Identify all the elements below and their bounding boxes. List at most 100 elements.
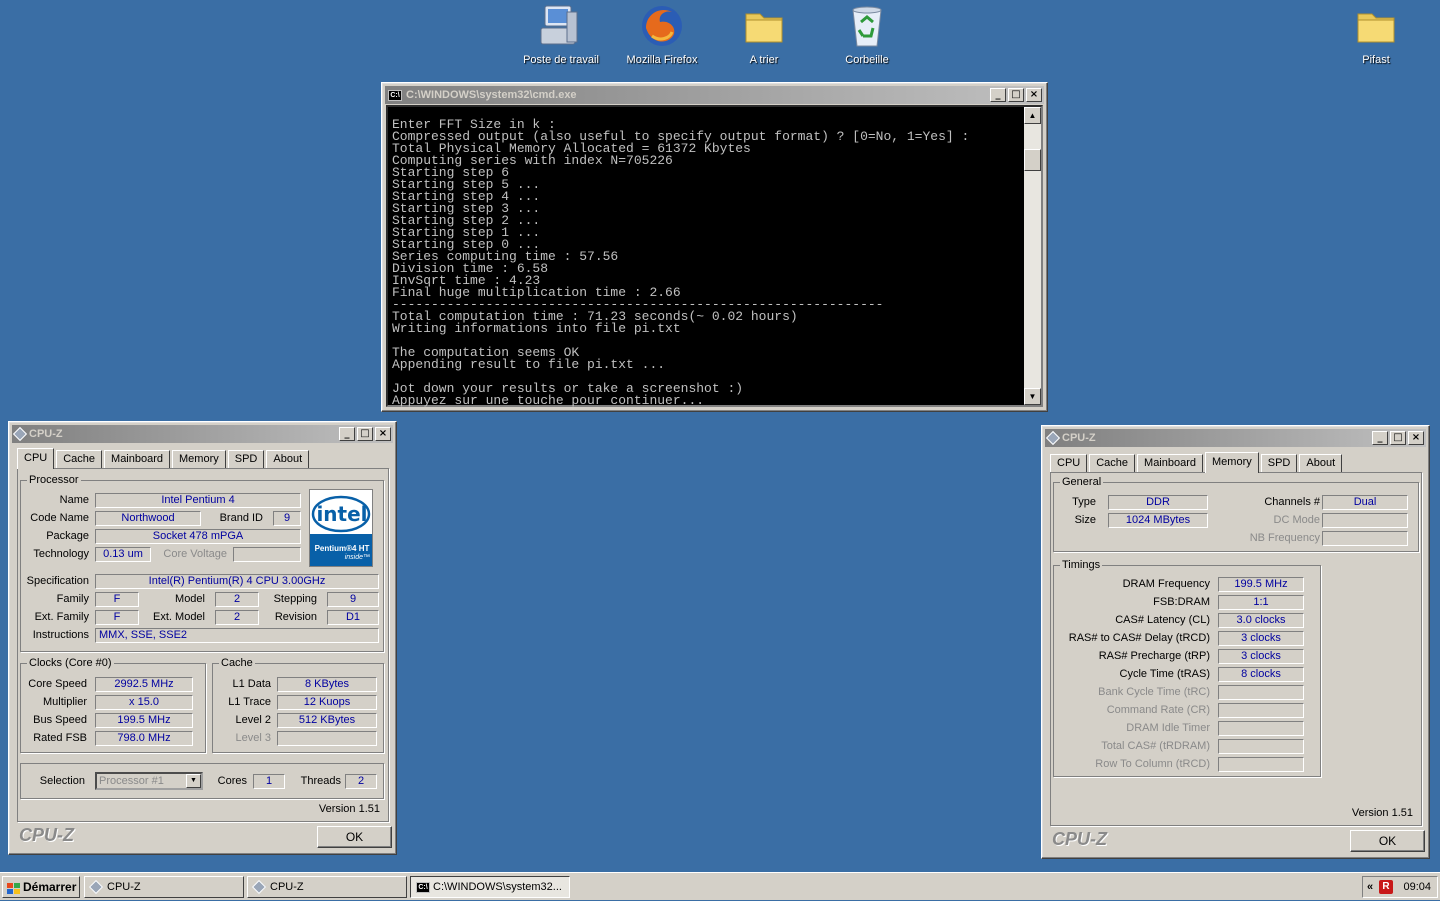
cpuz-tabs: CPU Cache Mainboard Memory SPD About [17,448,311,469]
cpuz-titlebar[interactable]: CPU-Z _ □ × [1045,429,1426,447]
cpuz-window-cpu[interactable]: CPU-Z _ □ × CPU Cache Mainboard Memory S… [8,421,397,855]
start-button[interactable]: Démarrer [2,876,80,898]
scroll-thumb[interactable] [1024,149,1041,171]
tab-cpu[interactable]: CPU [1050,454,1088,472]
selection-group: Selection Processor #1 ▼ Cores 1 Threads… [20,763,384,799]
timing-label: Total CAS# (tRDRAM) [1101,740,1210,752]
task-cpuz-2[interactable]: CPU-Z [247,876,407,898]
label-stepping: Stepping [273,593,317,605]
tab-spd[interactable]: SPD [1260,454,1298,472]
desktop-icon-pifast[interactable]: Pifast [1331,2,1421,66]
scroll-down-button[interactable]: ▼ [1024,388,1041,405]
group-title: General [1060,476,1104,488]
minimize-button[interactable]: _ [1372,431,1388,445]
task-cpuz-1[interactable]: CPU-Z [84,876,244,898]
cmd-titlebar[interactable]: C:\ C:\WINDOWS\system32\cmd.exe _ □ × [385,86,1044,104]
cache-group: Cache L1 Data 8 KBytes L1 Trace 12 Kuops… [212,657,384,753]
label-cores: Cores [217,775,247,787]
label-level-3: Level 3 [235,732,271,744]
close-button[interactable]: × [1408,431,1424,445]
minimize-button[interactable]: _ [990,88,1006,102]
tray-expand-button[interactable]: « [1367,877,1373,897]
timing-value [1218,739,1304,754]
processor-group: Processor Name Intel Pentium 4 Code Name… [20,474,384,652]
tab-about[interactable]: About [266,450,310,468]
desktop-icon-label: Corbeille [845,54,889,66]
group-title: Timings [1060,559,1103,571]
task-cmd[interactable]: C:\ C:\WINDOWS\system32... [410,876,570,898]
value-rated-fsb: 798.0 MHz [95,731,193,746]
label-core-speed: Core Speed [28,678,87,690]
version-label: Version 1.51 [1351,807,1413,819]
label-ext-family: Ext. Family [34,611,89,623]
tab-about[interactable]: About [1299,454,1343,472]
recycle-bin-icon [843,2,891,50]
timing-label: Bank Cycle Time (tRC) [1098,686,1210,698]
windows-logo-icon [7,881,20,894]
desktop-icon-firefox[interactable]: Mozilla Firefox [617,2,707,66]
antivirus-tray-icon[interactable]: R [1379,880,1393,894]
tab-memory[interactable]: Memory [1205,452,1259,473]
scroll-up-button[interactable]: ▲ [1024,107,1041,124]
tab-mainboard[interactable]: Mainboard [1137,454,1204,472]
ok-button[interactable]: OK [1350,830,1425,852]
close-button[interactable]: × [375,427,391,441]
label-multiplier: Multiplier [42,696,87,708]
tray-clock: 09:04 [1403,881,1431,893]
close-button[interactable]: × [1026,88,1042,102]
value-level-2: 512 KBytes [277,713,377,728]
timing-label: RAS# Precharge (tRP) [1098,650,1210,662]
general-group: General Type DDR Size 1024 MBytes Channe… [1053,476,1419,552]
desktop-icon-a-trier[interactable]: A trier [719,2,809,66]
desktop-icon-computer[interactable]: Poste de travail [516,2,606,66]
maximize-button[interactable]: □ [1008,88,1024,102]
tab-mainboard[interactable]: Mainboard [104,450,171,468]
value-bus-speed: 199.5 MHz [95,713,193,728]
chevron-down-icon[interactable]: ▼ [186,774,201,788]
intel-product-line: Pentium®4 HT [314,544,370,553]
cpuz-brand: CPU-Z [1052,829,1107,849]
task-label: CPU-Z [107,881,141,893]
cmd-console[interactable]: Enter FFT Size in k : Compressed output (… [386,105,1043,407]
value-package: Socket 478 mPGA [95,529,301,544]
timing-value: 1:1 [1218,595,1304,610]
cmd-line: Appuyez sur une touche pour continuer... [392,393,705,408]
group-title: Processor [27,474,81,486]
label-package: Package [46,530,89,542]
cpuz-titlebar[interactable]: CPU-Z _ □ × [12,425,393,443]
value-cores: 1 [253,774,285,789]
value-multiplier: x 15.0 [95,695,193,710]
label-technology: Technology [33,548,89,560]
maximize-button[interactable]: □ [357,427,373,441]
tab-cpu[interactable]: CPU [17,448,55,469]
maximize-button[interactable]: □ [1390,431,1406,445]
label-l1-trace: L1 Trace [228,696,271,708]
cmd-icon: C:\ [388,89,402,101]
processor-select[interactable]: Processor #1 ▼ [95,772,203,790]
timing-value [1218,721,1304,736]
timing-label: Command Rate (CR) [1106,704,1210,716]
label-name: Name [59,494,89,506]
timing-label: DRAM Idle Timer [1126,722,1210,734]
tab-spd[interactable]: SPD [227,450,265,468]
tab-cache[interactable]: Cache [1089,454,1136,472]
minimize-button[interactable]: _ [339,427,355,441]
processor-select-value: Processor #1 [99,775,164,787]
task-label: CPU-Z [270,881,304,893]
value-stepping: 9 [327,592,379,607]
ok-button[interactable]: OK [317,826,392,848]
tab-memory[interactable]: Memory [172,450,226,468]
cmd-title: C:\WINDOWS\system32\cmd.exe [406,89,577,101]
tab-cache[interactable]: Cache [56,450,103,468]
cpuz-window-memory[interactable]: CPU-Z _ □ × CPU Cache Mainboard Memory S… [1041,425,1430,859]
desktop-icon-recycle-bin[interactable]: Corbeille [822,2,912,66]
cmd-scrollbar[interactable]: ▲ ▼ [1024,107,1041,405]
value-technology: 0.13 um [95,547,151,562]
cmd-icon: C:\ [416,882,430,893]
clocks-group: Clocks (Core #0) Core Speed 2992.5 MHz M… [20,657,206,753]
cmd-window[interactable]: C:\ C:\WINDOWS\system32\cmd.exe _ □ × En… [381,82,1048,412]
label-selection: Selection [39,775,85,787]
timing-value: 3.0 clocks [1218,613,1304,628]
value-dc-mode [1322,513,1408,528]
timing-label: RAS# to CAS# Delay (tRCD) [1068,632,1210,644]
